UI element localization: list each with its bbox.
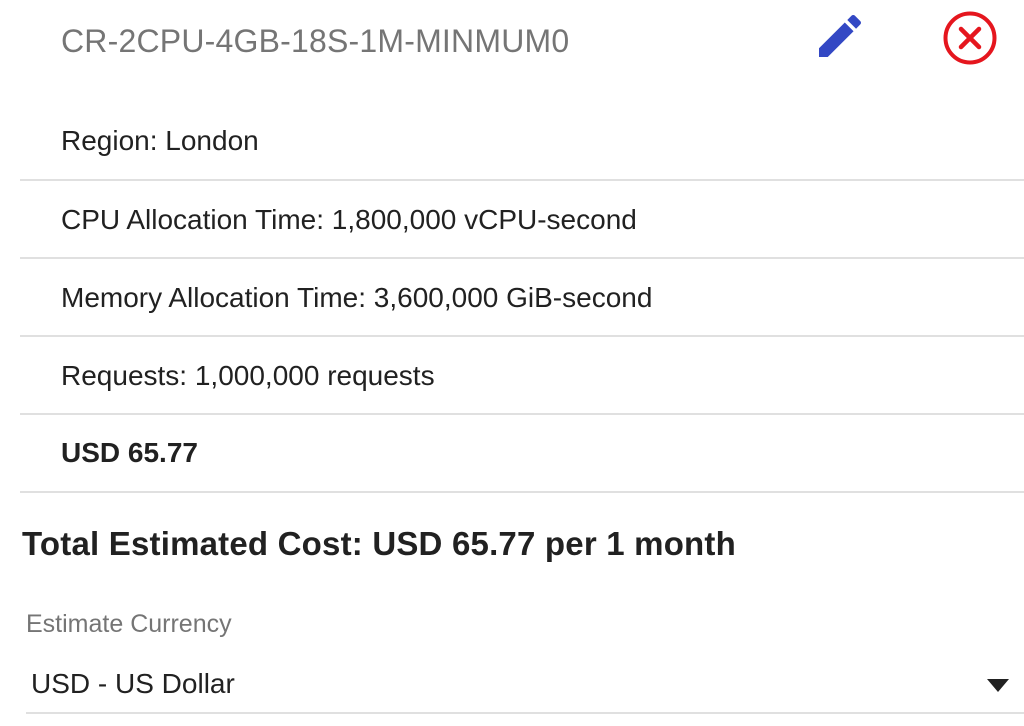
estimate-item-header: CR-2CPU-4GB-18S-1M-MINMUM0: [0, 0, 1024, 88]
close-circle-icon[interactable]: [941, 9, 999, 67]
estimate-details-list: Region: London CPU Allocation Time: 1,80…: [20, 101, 1024, 493]
estimate-item-title: CR-2CPU-4GB-18S-1M-MINMUM0: [61, 23, 570, 59]
detail-region: Region: London: [20, 101, 1024, 181]
pencil-icon[interactable]: [812, 8, 868, 64]
currency-select[interactable]: USD - US Dollar: [26, 656, 1024, 714]
detail-memory-allocation: Memory Allocation Time: 3,600,000 GiB-se…: [20, 259, 1024, 337]
item-cost: USD 65.77: [20, 415, 1024, 493]
dropdown-arrow-icon: [987, 679, 1009, 692]
estimate-currency-label: Estimate Currency: [26, 610, 232, 638]
total-estimated-cost: Total Estimated Cost: USD 65.77 per 1 mo…: [22, 525, 736, 562]
detail-cpu-allocation: CPU Allocation Time: 1,800,000 vCPU-seco…: [20, 181, 1024, 259]
currency-selected-value: USD - US Dollar: [31, 668, 235, 699]
estimate-card: CR-2CPU-4GB-18S-1M-MINMUM0 Region: Londo…: [0, 0, 1024, 726]
detail-requests: Requests: 1,000,000 requests: [20, 337, 1024, 415]
estimate-currency-field: Estimate Currency USD - US Dollar: [26, 602, 1024, 716]
